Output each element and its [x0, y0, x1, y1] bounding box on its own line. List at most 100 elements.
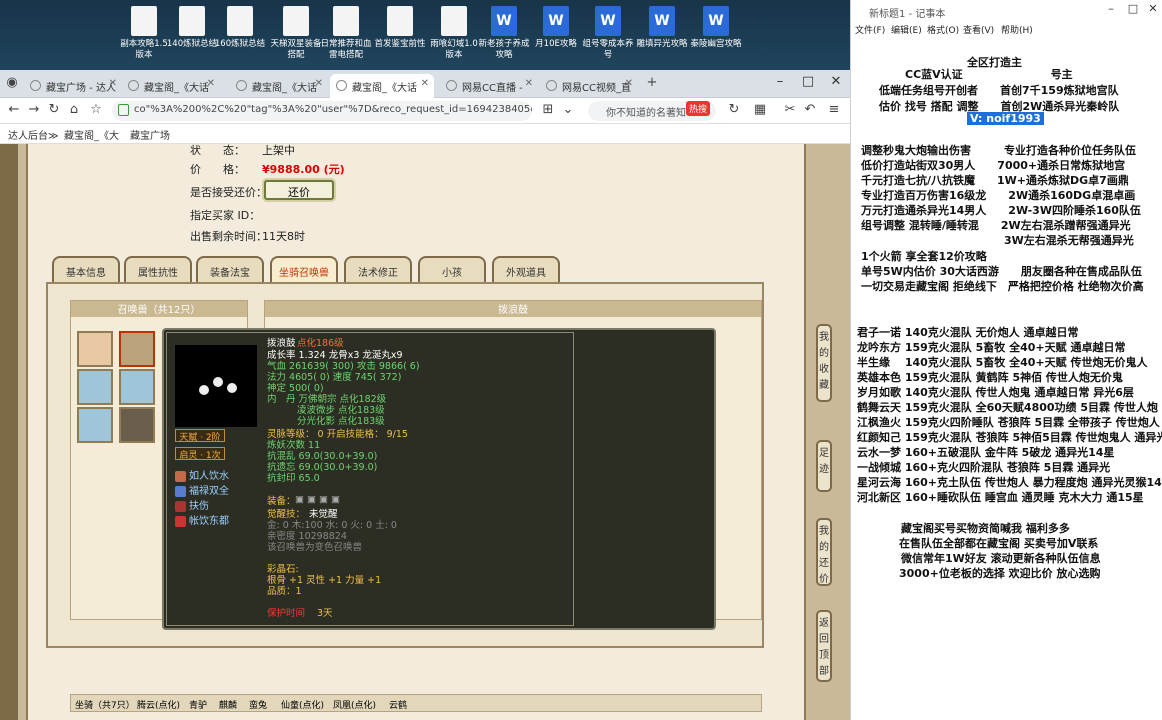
notepad-menu-item[interactable]: 文件(F) — [855, 23, 885, 36]
tab-4[interactable]: 坐骑召唤兽 — [270, 256, 338, 282]
pet-slot-6[interactable] — [119, 407, 155, 443]
tab-2[interactable]: 属性抗性 — [124, 256, 192, 282]
pet-slot-5[interactable] — [77, 407, 113, 443]
tip-line: 彩晶石: — [267, 564, 299, 575]
notepad-menu-item[interactable]: 格式(O) — [927, 23, 959, 36]
desktop-icon-label: 160炼狱总结 — [214, 39, 266, 49]
document-icon — [131, 6, 157, 36]
grid-apps-icon[interactable]: ▦ — [752, 102, 768, 117]
status-value: 上架中 — [262, 144, 295, 157]
tab-close-icon[interactable]: ✕ — [525, 78, 533, 89]
browser-tab[interactable]: 藏宝广场 - 达人 ✕ — [24, 74, 122, 98]
browser-tab[interactable]: 藏宝阁_《大话 ✕ — [230, 74, 328, 98]
notepad-line: 星河云海 160+克土队伍 传世炮人 暴力程度炮 通异光灵猴14 — [857, 476, 1162, 489]
remain-label: 出售剩余时间： — [190, 230, 267, 243]
mount-tab[interactable]: 麒麟 — [219, 698, 237, 711]
desktop-icon[interactable]: 天梯双星装备搭配 — [270, 4, 322, 61]
notepad-line: 千元打造七抗/八抗铁魔 1W+通杀炼狱DG卓7画鼎 — [861, 174, 1129, 187]
haggle-button[interactable]: 还价 — [264, 180, 334, 200]
bookmark-3[interactable]: 藏宝广场 — [130, 127, 170, 142]
desktop-icon[interactable]: 160炼狱总结 — [214, 4, 266, 50]
desktop-icon[interactable]: 首发鉴宝前性 — [374, 4, 426, 50]
tab-favicon-icon — [236, 80, 247, 91]
desktop-icon[interactable]: 140炼狱总结 — [166, 4, 218, 50]
forward-icon[interactable]: → — [26, 102, 42, 117]
tab-3[interactable]: 装备法宝 — [196, 256, 264, 282]
equip-icons: ▣ ▣ ▣ ▣ — [295, 494, 340, 505]
tab-close-icon[interactable]: ✕ — [109, 78, 117, 89]
mount-tab[interactable]: 凤凰(点化) — [333, 698, 376, 711]
tab-close-icon[interactable]: ✕ — [315, 78, 323, 89]
notepad-line: 万元打造通杀异光14男人 2W-3W四阶睡杀160队伍 — [861, 204, 1141, 217]
tab-close-icon[interactable]: ✕ — [421, 78, 429, 89]
menu-icon[interactable]: ≡ — [826, 102, 842, 117]
notepad-line: 鹤舞云天 159克火混队 全60天赋4800功绩 5目霖 传世人炮 — [857, 401, 1158, 414]
home-icon[interactable]: ⌂ — [66, 102, 82, 117]
desktop-icon[interactable]: 雨喰幻域1.0版本 — [428, 4, 480, 61]
tab-1[interactable]: 基本信息 — [52, 256, 120, 282]
price-value: ¥9888.00 (元) — [262, 163, 345, 176]
mount-tab[interactable]: 云鹤 — [389, 698, 407, 711]
back-icon[interactable]: ← — [6, 102, 22, 117]
buyer-label: 指定买家 ID： — [190, 209, 261, 222]
grid-icon[interactable]: ⊞ — [540, 102, 556, 117]
desktop-icon[interactable]: W 月10E攻略 — [530, 4, 582, 50]
desktop-icon[interactable]: 副本攻略1.5版本 — [118, 4, 170, 61]
browser-tab[interactable]: 藏宝阁_《大话 ✕ — [330, 74, 434, 98]
np-maximize-button[interactable]: □ — [1123, 2, 1143, 15]
awaken-value: 未觉醒 — [309, 509, 338, 520]
np-close-button[interactable]: ✕ — [1143, 2, 1162, 15]
side-button-1[interactable]: 我的收藏 — [816, 324, 832, 402]
tab-7[interactable]: 外观道具 — [492, 256, 560, 282]
side-button-3[interactable]: 我的还价 — [816, 518, 832, 586]
maximize-button[interactable]: □ — [798, 74, 818, 89]
notepad-menu-item[interactable]: 编辑(E) — [891, 23, 922, 36]
mount-tab[interactable]: 青驴 — [189, 698, 207, 711]
close-window-button[interactable]: ✕ — [826, 74, 846, 89]
minimize-button[interactable]: – — [770, 74, 790, 89]
browser-tab[interactable]: 藏宝阁_《大话 ✕ — [122, 74, 220, 98]
tooltip-inner: 拨浪鼓 点化186级 成长率 1.324 龙骨x3 龙涎丸x9 气血 26163… — [166, 332, 574, 626]
tip-name-sub: 点化186级 — [297, 338, 344, 349]
desktop-icon-label: 雨喰幻域1.0版本 — [430, 39, 478, 60]
mount-tab[interactable]: 腾云(点化) — [137, 698, 180, 711]
mount-tab[interactable]: 坐骑（共7只） — [75, 698, 135, 711]
bookmark-1[interactable]: 达人后台≫ — [8, 127, 58, 142]
tab-5[interactable]: 法术修正 — [344, 256, 412, 282]
desktop-icon[interactable]: W 组号零成本养号 — [582, 4, 634, 61]
pet-skill: 福禄双全 — [175, 482, 229, 497]
new-tab-button[interactable]: + — [644, 75, 660, 90]
tab-close-icon[interactable]: ✕ — [207, 78, 215, 89]
desktop-icon[interactable]: 日常推荐和血雷电搭配 — [320, 4, 372, 61]
url-field[interactable]: co"%3A%200%2C%20"tag"%3A%20"user"%7D&rec… — [112, 101, 532, 121]
tab-6[interactable]: 小孩 — [418, 256, 486, 282]
desktop-icon[interactable]: W 新老孩子养成攻略 — [478, 4, 530, 61]
side-button-4[interactable]: 返回顶部 — [816, 610, 832, 682]
hot-search-badge[interactable]: 热搜 — [686, 101, 711, 116]
star-icon[interactable]: ☆ — [88, 102, 104, 117]
undo-icon[interactable]: ↶ — [802, 102, 818, 117]
notepad-line: 龙吟东方 159克火混队 5畜牧 全40+天赋 通卓越日常 — [857, 341, 1126, 354]
desktop-icon[interactable]: W 秦陵幽宫攻略 — [690, 4, 742, 50]
pet-slot-4[interactable] — [119, 369, 155, 405]
pet-slot-2[interactable] — [119, 331, 155, 367]
side-button-2[interactable]: 足迹 — [816, 440, 832, 492]
pet-slot-3[interactable] — [77, 369, 113, 405]
refresh-icon[interactable]: ↻ — [46, 102, 62, 117]
chevron-down-icon[interactable]: ⌄ — [560, 102, 576, 117]
browser-tab[interactable]: 网易CC直播 - ✕ — [440, 74, 538, 98]
notepad-menu-item[interactable]: 查看(V) — [963, 23, 994, 36]
notepad-line: 英雄本色 159克火混队 黄鹤阵 5神佰 传世人炮无价鬼 — [857, 371, 1123, 384]
word-file-icon: W — [491, 6, 517, 36]
mount-tab[interactable]: 蛮兔 — [249, 698, 267, 711]
cut-icon[interactable]: ✂ — [782, 102, 798, 117]
pet-slot-1[interactable] — [77, 331, 113, 367]
np-minimize-button[interactable]: – — [1101, 2, 1121, 15]
refresh-alt-icon[interactable]: ↻ — [726, 102, 742, 117]
tab-close-icon[interactable]: ✕ — [625, 78, 633, 89]
desktop-icon[interactable]: W 雕填异光攻略 — [636, 4, 688, 50]
notepad-menu-item[interactable]: 帮助(H) — [1001, 23, 1033, 36]
bookmark-2[interactable]: 藏宝阁_《大 — [64, 127, 119, 142]
browser-tab[interactable]: 网易CC视频_直 ✕ — [540, 74, 638, 98]
mount-tab[interactable]: 仙童(点化) — [281, 698, 324, 711]
